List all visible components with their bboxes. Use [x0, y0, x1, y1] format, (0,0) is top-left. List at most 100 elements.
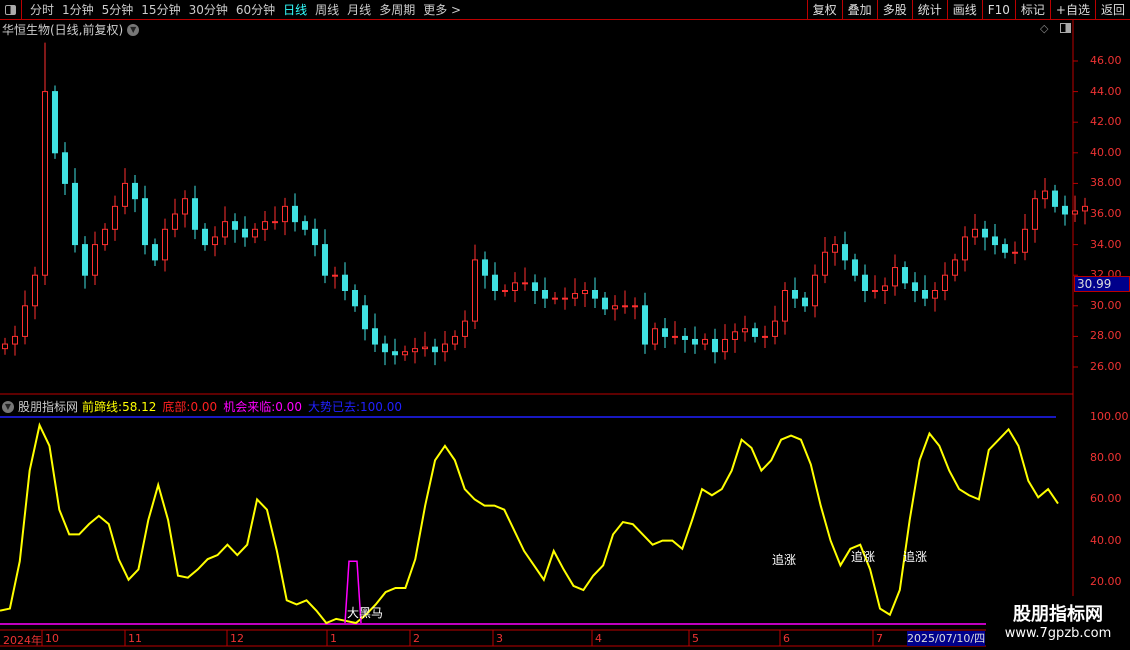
indicator-label: 底部: [162, 400, 191, 414]
chevron-down-icon[interactable]: ▼ [2, 400, 14, 413]
date-cursor: 2025/07/10/四 [907, 631, 985, 646]
candle-body [482, 259, 488, 276]
candle-body [142, 198, 148, 246]
price-tick: 42.00 [1090, 115, 1122, 129]
candle-body [1072, 210, 1078, 215]
candle-body [812, 274, 818, 307]
candle-body [872, 290, 878, 292]
candle-body [502, 290, 508, 292]
candle-body [192, 198, 198, 230]
candle-body [712, 338, 718, 353]
candle-body [762, 335, 768, 338]
indicator-tick: 80.00 [1090, 451, 1122, 465]
indicator-tick: 20.00 [1090, 574, 1122, 588]
date-tick: 4 [595, 632, 602, 645]
candle-body [542, 290, 548, 299]
candle-body [122, 182, 128, 207]
candle-body [432, 346, 438, 353]
chart-canvas[interactable] [0, 0, 1130, 650]
candle-body [942, 274, 948, 292]
candle-body [112, 205, 118, 230]
price-tick: 30.00 [1090, 298, 1122, 312]
candle-body [252, 228, 258, 238]
candle-body [962, 236, 968, 261]
candle-body [352, 290, 358, 307]
candle-body [172, 213, 178, 230]
candle-body [1062, 205, 1068, 215]
indicator-value: 前蹄线:58.12 [82, 398, 156, 415]
candle-body [242, 228, 248, 238]
candle-body [2, 343, 8, 350]
date-tick: 6 [783, 632, 790, 645]
candle-body [642, 305, 648, 345]
watermark-url: www.7gpzb.com [1004, 626, 1112, 641]
candle-body [1052, 190, 1058, 207]
indicator-label: 大势已去: [307, 400, 360, 414]
candle-body [992, 236, 998, 246]
candle-body [442, 343, 448, 353]
candle-body [92, 244, 98, 276]
candle-body [602, 297, 608, 310]
indicator-number: 58.12 [122, 400, 157, 414]
candle-body [232, 221, 238, 230]
signal-label: 追涨 [851, 550, 876, 564]
candle-body [922, 290, 928, 299]
indicator-tick: 40.00 [1090, 533, 1122, 547]
candle-body [612, 305, 618, 310]
front-hoof-line [0, 422, 1059, 625]
candle-body [382, 343, 388, 353]
candle-body [322, 244, 328, 276]
candle-body [182, 198, 188, 215]
candle-body [12, 335, 18, 345]
candle-body [692, 338, 698, 345]
candle-body [902, 267, 908, 284]
candle-body [22, 305, 28, 337]
indicator-label: 前蹄线: [82, 400, 123, 414]
price-tick: 26.00 [1090, 360, 1122, 373]
price-tick: 36.00 [1090, 207, 1122, 220]
candle-body [1082, 205, 1088, 212]
candle-body [452, 335, 458, 345]
candle-body [312, 228, 318, 246]
candle-body [862, 274, 868, 292]
candle-body [662, 328, 668, 337]
indicator-header: ▼ 股朋指标网 前蹄线:58.12 底部:0.00 机会来临:0.00 大势已去:10… [2, 398, 402, 415]
candle-body [72, 182, 78, 246]
indicator-number: 0.00 [275, 400, 302, 414]
indicator-name: 股朋指标网 [18, 400, 79, 414]
signal-label: 追涨 [903, 550, 928, 564]
candle-body [1042, 190, 1048, 200]
candle-body [982, 228, 988, 238]
candle-body [132, 182, 138, 200]
candle-body [222, 221, 228, 238]
date-tick: 5 [692, 632, 699, 645]
candle-body [302, 221, 308, 230]
candle-body [262, 221, 268, 230]
candle-body [1002, 244, 1008, 253]
candle-body [462, 320, 468, 337]
candle-body [822, 251, 828, 276]
candle-body [952, 259, 958, 276]
candle-body [62, 152, 68, 184]
indicator-value: 机会来临:0.00 [223, 398, 302, 415]
candle-body [572, 293, 578, 299]
candle-body [212, 236, 218, 246]
candle-body [282, 205, 288, 223]
candle-body [152, 244, 158, 261]
candle-body [512, 282, 518, 292]
candle-body [562, 297, 568, 300]
indicator-value: 底部:0.00 [162, 398, 217, 415]
candle-body [912, 282, 918, 292]
price-tick: 28.00 [1090, 329, 1122, 343]
candle-body [832, 244, 838, 253]
candle-body [582, 290, 588, 295]
date-tick: 7 [876, 632, 883, 645]
candle-body [1012, 251, 1018, 254]
candle-body [852, 259, 858, 276]
watermark: 股朋指标网 www.7gpzb.com [986, 596, 1130, 650]
candle-body [622, 305, 628, 308]
candle-body [632, 305, 638, 308]
date-tick: 1 [330, 632, 337, 645]
current-price-tag: 30.99 [1074, 276, 1130, 292]
candle-body [102, 228, 108, 246]
